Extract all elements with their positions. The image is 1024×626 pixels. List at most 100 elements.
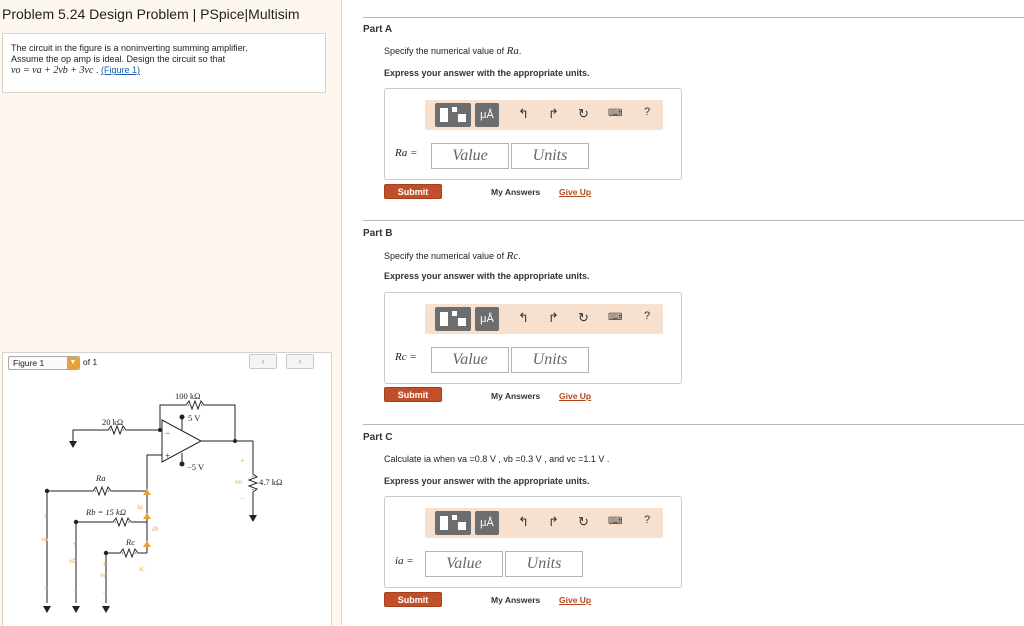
svg-text:+: + xyxy=(240,456,245,465)
label-20k: 20 kΩ xyxy=(102,417,123,427)
templates-icon[interactable] xyxy=(435,511,471,535)
part-b-eq-label: Rc = xyxy=(395,351,417,363)
greek-symbols-icon[interactable]: μÅ xyxy=(475,307,499,331)
help-icon[interactable]: ? xyxy=(644,514,650,526)
design-equation: vo = va + 2vb + 3vc xyxy=(11,65,94,76)
part-a-give-up-link[interactable]: Give Up xyxy=(559,187,591,197)
part-c-submit-button[interactable]: Submit xyxy=(384,592,442,607)
part-a-my-answers-link[interactable]: My Answers xyxy=(491,187,540,197)
part-a-question: Specify the numerical value of Ra. xyxy=(384,45,522,57)
part-a-toolbar: μÅ ↰ ↱ ↻ ⌨ ? xyxy=(425,100,663,130)
part-a-submit-button[interactable]: Submit xyxy=(384,184,442,199)
svg-text:−: − xyxy=(165,428,170,438)
circuit-diagram: 100 kΩ 20 kΩ 5 V −5 V Ra Rb = 15 kΩ Rc 4… xyxy=(41,391,282,613)
label-ib: ib xyxy=(152,524,158,533)
label-minus5v: −5 V xyxy=(187,462,205,472)
part-c-instruction: Express your answer with the appropriate… xyxy=(384,476,590,486)
part-c-question: Calculate ia when va =0.8 V , vb =0.3 V … xyxy=(384,454,610,464)
part-b-my-answers-link[interactable]: My Answers xyxy=(491,391,540,401)
figure-select[interactable]: Figure 1 ▼ xyxy=(8,356,80,370)
chevron-down-icon: ▼ xyxy=(67,357,79,369)
next-figure-button[interactable]: › xyxy=(286,354,314,369)
part-a-label: Part A xyxy=(363,24,393,35)
svg-text:−: − xyxy=(72,586,77,595)
part-c-answer-box: μÅ ↰ ↱ ↻ ⌨ ? ia = Value Units xyxy=(384,496,682,588)
label-rb: Rb = 15 kΩ xyxy=(85,507,126,517)
prev-figure-button[interactable]: ‹ xyxy=(249,354,277,369)
part-c-eq-label: ia = xyxy=(395,555,414,567)
part-a-variable: Ra xyxy=(506,45,519,57)
chevron-left-icon: ‹ xyxy=(261,356,265,366)
chevron-right-icon: › xyxy=(298,356,302,366)
problem-statement: The circuit in the figure is a noninvert… xyxy=(2,33,326,93)
help-icon[interactable]: ? xyxy=(644,310,650,322)
problem-panel: Problem 5.24 Design Problem | PSpice|Mul… xyxy=(0,0,342,626)
label-vo: vo xyxy=(235,477,242,486)
svg-text:−: − xyxy=(102,588,107,597)
part-b-value-input[interactable]: Value xyxy=(431,347,509,373)
part-b-label: Part B xyxy=(363,228,393,239)
part-a-units-input[interactable]: Units xyxy=(511,143,589,169)
statement-line-3: vo = va + 2vb + 3vc . (Figure 1) xyxy=(11,65,140,76)
part-c-toolbar: μÅ ↰ ↱ ↻ ⌨ ? xyxy=(425,508,663,538)
part-b-submit-button[interactable]: Submit xyxy=(384,387,442,402)
part-c-units-input[interactable]: Units xyxy=(505,551,583,577)
part-b-variable: Rc xyxy=(506,250,519,262)
redo-icon[interactable]: ↱ xyxy=(548,514,559,530)
undo-icon[interactable]: ↰ xyxy=(518,514,529,530)
page-title: Problem 5.24 Design Problem | PSpice|Mul… xyxy=(2,6,300,22)
label-vb: vb xyxy=(69,556,76,565)
keyboard-icon[interactable]: ⌨ xyxy=(608,108,622,119)
label-plus5v: 5 V xyxy=(188,413,201,423)
label-vc: vc xyxy=(100,570,107,579)
part-c-divider xyxy=(363,424,1024,425)
svg-text:−: − xyxy=(240,494,245,503)
part-a-instruction: Express your answer with the appropriate… xyxy=(384,68,590,78)
svg-text:+: + xyxy=(165,451,170,461)
greek-symbols-icon[interactable]: μÅ xyxy=(475,103,499,127)
parts-panel: Part A Specify the numerical value of Ra… xyxy=(341,0,1024,625)
part-a-eq-label: Ra = xyxy=(395,147,418,159)
svg-text:+: + xyxy=(43,511,48,520)
part-b-give-up-link[interactable]: Give Up xyxy=(559,391,591,401)
redo-icon[interactable]: ↱ xyxy=(548,310,559,326)
part-b-answer-box: μÅ ↰ ↱ ↻ ⌨ ? Rc = Value Units xyxy=(384,292,682,384)
part-b-question: Specify the numerical value of Rc. xyxy=(384,250,521,262)
label-100k: 100 kΩ xyxy=(175,391,200,401)
svg-text:−: − xyxy=(43,584,48,593)
help-icon[interactable]: ? xyxy=(644,106,650,118)
redo-icon[interactable]: ↱ xyxy=(548,106,559,122)
svg-text:+: + xyxy=(102,559,107,568)
part-b-instruction: Express your answer with the appropriate… xyxy=(384,271,590,281)
figure-count: of 1 xyxy=(83,357,98,367)
reset-icon[interactable]: ↻ xyxy=(578,106,589,122)
part-c-value-input[interactable]: Value xyxy=(425,551,503,577)
part-a-value-input[interactable]: Value xyxy=(431,143,509,169)
part-c-give-up-link[interactable]: Give Up xyxy=(559,595,591,605)
greek-symbols-icon[interactable]: μÅ xyxy=(475,511,499,535)
part-b-units-input[interactable]: Units xyxy=(511,347,589,373)
undo-icon[interactable]: ↰ xyxy=(518,310,529,326)
figure-panel: Figure 1 ▼ of 1 ‹ › 100 kΩ 20 kΩ 5 V −5 … xyxy=(2,352,332,626)
label-va: va xyxy=(41,534,48,543)
keyboard-icon[interactable]: ⌨ xyxy=(608,516,622,527)
undo-icon[interactable]: ↰ xyxy=(518,106,529,122)
part-b-toolbar: μÅ ↰ ↱ ↻ ⌨ ? xyxy=(425,304,663,334)
templates-icon[interactable] xyxy=(435,103,471,127)
part-c-label: Part C xyxy=(363,432,393,443)
reset-icon[interactable]: ↻ xyxy=(578,310,589,326)
label-ia: ia xyxy=(137,502,143,511)
part-c-my-answers-link[interactable]: My Answers xyxy=(491,595,540,605)
statement-line-2: Assume the op amp is ideal. Design the c… xyxy=(11,54,226,64)
label-ic: ic xyxy=(139,564,145,573)
part-a-divider xyxy=(363,17,1024,18)
svg-text:+: + xyxy=(72,539,77,548)
reset-icon[interactable]: ↻ xyxy=(578,514,589,530)
templates-icon[interactable] xyxy=(435,307,471,331)
keyboard-icon[interactable]: ⌨ xyxy=(608,312,622,323)
part-a-answer-box: μÅ ↰ ↱ ↻ ⌨ ? Ra = Value Units xyxy=(384,88,682,180)
statement-line-1: The circuit in the figure is a noninvert… xyxy=(11,43,248,53)
figure-link[interactable]: (Figure 1) xyxy=(101,65,140,75)
figure-select-value: Figure 1 xyxy=(13,358,45,368)
label-ra: Ra xyxy=(95,473,105,483)
